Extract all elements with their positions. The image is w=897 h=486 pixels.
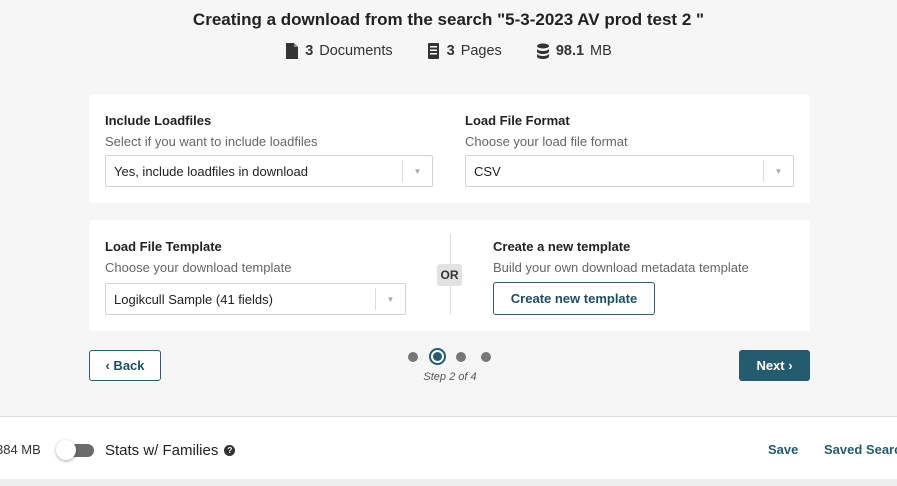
bottom-bar: 384 MB Stats w/ Families ? Save Saved Se…	[0, 416, 897, 486]
back-button[interactable]: ‹ Back	[89, 350, 161, 381]
chevron-down-icon[interactable]: ▼	[375, 288, 405, 310]
stats-families-toggle[interactable]	[56, 440, 94, 460]
include-loadfiles-value: Yes, include loadfiles in download	[114, 163, 308, 179]
step-indicator	[404, 348, 494, 366]
include-loadfiles-select[interactable]: Yes, include loadfiles in download ▼	[105, 155, 433, 187]
modal-title: Creating a download from the search "5-3…	[192, 10, 705, 29]
size-value: 98.1	[555, 43, 585, 59]
load-file-template-select[interactable]: Logikcull Sample (41 fields) ▼	[105, 283, 406, 315]
size-stat: 98.1 MB	[536, 43, 612, 59]
saved-searches-link[interactable]: Saved Searc	[824, 442, 897, 457]
step-dot	[481, 352, 491, 362]
size-unit: MB	[590, 43, 612, 59]
pages-icon	[427, 43, 441, 59]
step-dot-active	[429, 348, 446, 365]
total-size: 384 MB	[0, 442, 41, 457]
create-new-template-button[interactable]: Create new template	[493, 282, 655, 315]
loadfile-options-card: Include Loadfiles Select if you want to …	[89, 94, 810, 203]
help-icon[interactable]: ?	[224, 445, 236, 456]
toggle-knob	[56, 440, 76, 460]
new-template-help: Build your own download metadata templat…	[493, 260, 749, 275]
pages-label: Pages	[460, 43, 502, 59]
download-stats: 3 Documents 3 Pages 98.1 MB	[0, 43, 897, 59]
load-file-format-select[interactable]: CSV ▼	[465, 155, 794, 187]
load-file-format-value: CSV	[474, 163, 501, 179]
or-badge: OR	[437, 264, 462, 286]
load-file-template-help: Choose your download template	[105, 260, 292, 275]
next-button[interactable]: Next ›	[739, 350, 810, 381]
step-text: Step 2 of 4	[423, 371, 477, 383]
stats-families-label: Stats w/ Families	[105, 442, 219, 459]
load-file-format-help: Choose your load file format	[465, 134, 628, 149]
documents-label: Documents	[319, 43, 393, 59]
documents-count: 3	[305, 43, 314, 59]
document-icon	[285, 43, 299, 59]
chevron-down-icon[interactable]: ▼	[402, 160, 432, 182]
include-loadfiles-help: Select if you want to include loadfiles	[105, 134, 318, 149]
save-link[interactable]: Save	[768, 442, 798, 457]
database-icon	[536, 43, 550, 59]
load-file-template-value: Logikcull Sample (41 fields)	[114, 291, 273, 307]
new-template-label: Create a new template	[493, 239, 631, 254]
load-file-format-label: Load File Format	[465, 113, 570, 128]
step-dot	[456, 352, 466, 362]
load-file-template-label: Load File Template	[105, 239, 222, 254]
download-modal: Creating a download from the search "5-3…	[0, 0, 897, 416]
pages-count: 3	[446, 43, 455, 59]
chevron-down-icon[interactable]: ▼	[763, 160, 793, 182]
include-loadfiles-label: Include Loadfiles	[105, 113, 212, 128]
step-dot	[408, 352, 418, 362]
stats-families-label-group: Stats w/ Families ?	[105, 442, 236, 459]
documents-stat: 3 Documents	[285, 43, 393, 59]
pages-stat: 3 Pages	[427, 43, 502, 59]
